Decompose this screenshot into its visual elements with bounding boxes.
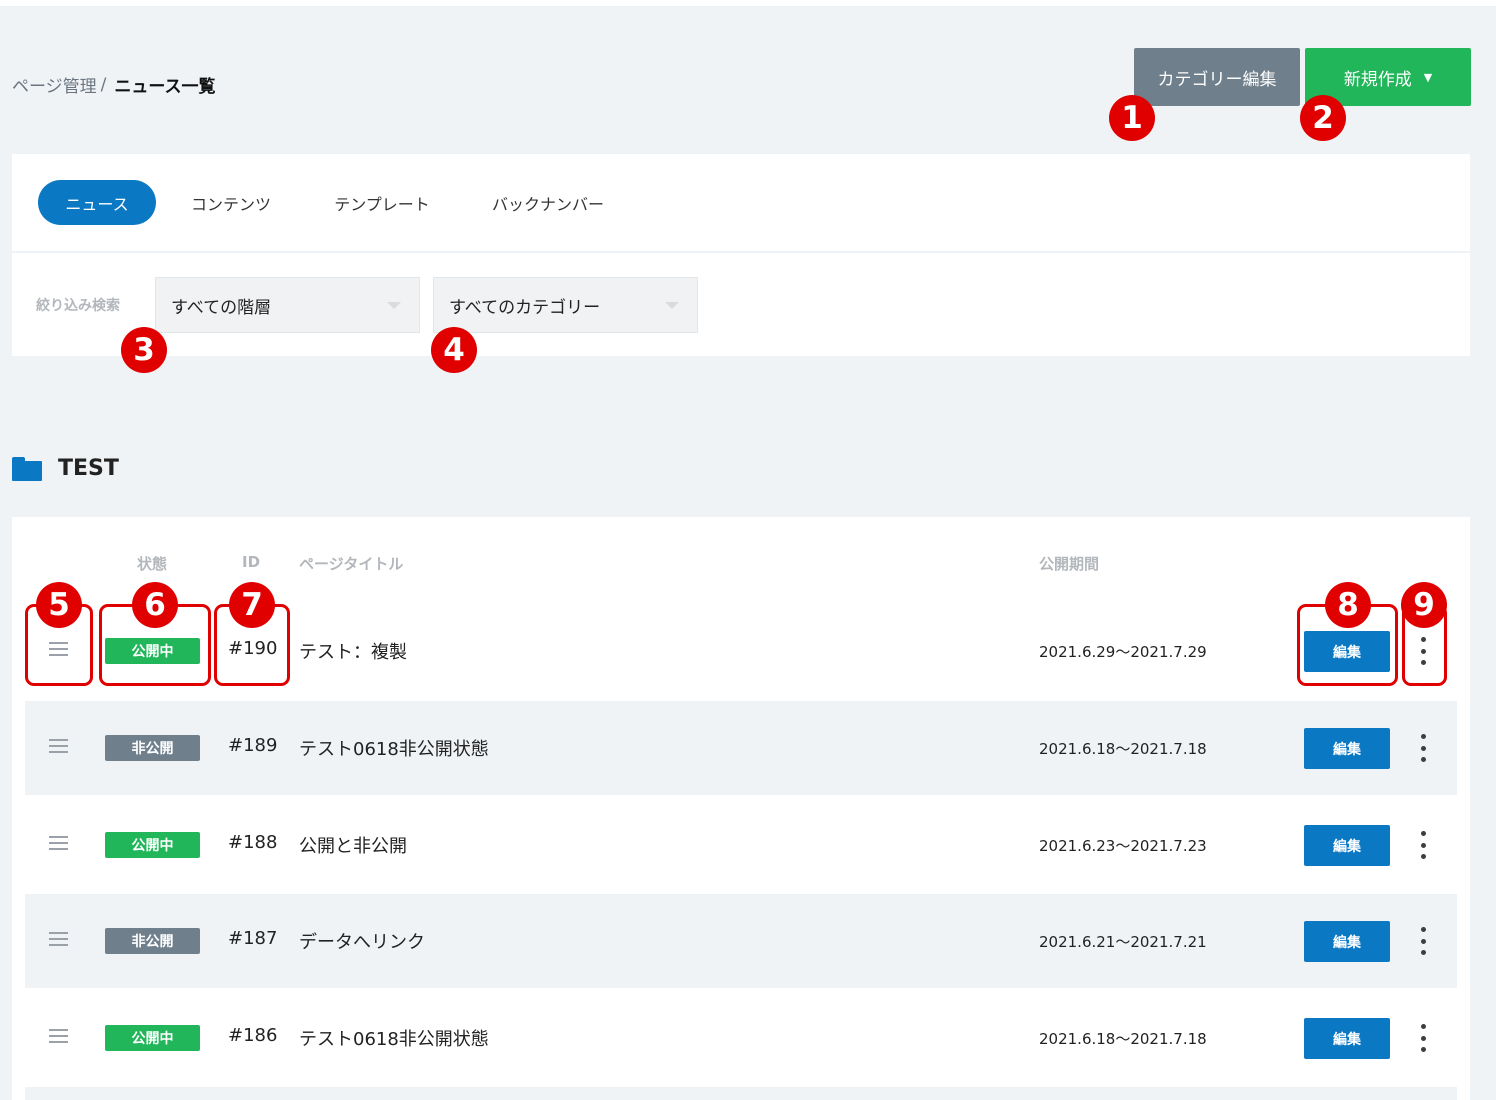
- chevron-down-icon: [665, 302, 679, 309]
- status-badge: 非公開: [105, 735, 200, 761]
- page-id: #188: [228, 832, 278, 853]
- drag-handle-icon[interactable]: [49, 1029, 68, 1043]
- column-header-status: 状態: [137, 555, 168, 573]
- folder-heading: TEST: [12, 456, 119, 481]
- page-id: #189: [228, 735, 278, 756]
- page-title-cell: テスト0618非公開状態: [299, 739, 489, 760]
- page-title-cell: データへリンク: [299, 932, 425, 953]
- annotation-marker-9: 9: [1401, 582, 1447, 628]
- annotation-marker-4: 4: [431, 327, 477, 373]
- annotation-marker-5: 5: [36, 582, 82, 628]
- more-vertical-icon[interactable]: [1415, 831, 1431, 859]
- category-select[interactable]: すべてのカテゴリー: [433, 277, 698, 333]
- more-vertical-icon[interactable]: [1415, 734, 1431, 762]
- more-vertical-icon[interactable]: [1415, 1024, 1431, 1052]
- annotation-marker-8: 8: [1325, 582, 1371, 628]
- page-id: #186: [228, 1025, 278, 1046]
- page-title-cell: 公開と非公開: [299, 836, 407, 857]
- breadcrumb: ページ管理 / ニュース一覧: [12, 72, 216, 98]
- hierarchy-select[interactable]: すべての階層: [155, 277, 420, 333]
- status-badge: 公開中: [105, 1025, 200, 1051]
- page-title-cell: テスト0618非公開状態: [299, 1029, 489, 1050]
- edit-button[interactable]: 編集: [1304, 921, 1390, 962]
- edit-button[interactable]: 編集: [1304, 1018, 1390, 1059]
- breadcrumb-separator: /: [100, 74, 107, 95]
- filter-card: 絞り込み検索 すべての階層 すべてのカテゴリー: [12, 253, 1470, 356]
- folder-icon: [12, 456, 42, 481]
- page-title: ニュース一覧: [114, 77, 216, 97]
- status-badge: 公開中: [105, 832, 200, 858]
- page-id: #187: [228, 928, 278, 949]
- annotation-marker-7: 7: [229, 582, 275, 628]
- edit-button[interactable]: 編集: [1304, 825, 1390, 866]
- breadcrumb-parent[interactable]: ページ管理: [12, 72, 97, 97]
- table-row: 非公開 #189 テスト0618非公開状態 2021.6.18〜2021.7.1…: [25, 701, 1457, 795]
- table-row: 公開中 #188 公開と非公開 2021.6.23〜2021.7.23 編集: [25, 798, 1457, 892]
- chevron-down-icon: [387, 302, 401, 309]
- publish-period: 2021.6.23〜2021.7.23: [1039, 837, 1207, 855]
- column-header-id: ID: [242, 553, 261, 571]
- tab-template[interactable]: テンプレート: [318, 180, 446, 225]
- tabs-card: ニュース コンテンツ テンプレート バックナンバー: [12, 154, 1470, 251]
- new-create-label: 新規作成: [1343, 69, 1412, 90]
- drag-handle-icon[interactable]: [49, 739, 68, 753]
- publish-period: 2021.6.18〜2021.7.18: [1039, 740, 1207, 758]
- annotation-marker-6: 6: [132, 582, 178, 628]
- drag-handle-icon[interactable]: [49, 932, 68, 946]
- publish-period: 2021.6.21〜2021.7.21: [1039, 933, 1207, 951]
- table-row: 公開中 #186 テスト0618非公開状態 2021.6.18〜2021.7.1…: [25, 991, 1457, 1085]
- annotation-marker-1: 1: [1109, 95, 1155, 141]
- column-header-period: 公開期間: [1039, 555, 1100, 573]
- filter-label: 絞り込み検索: [36, 298, 120, 314]
- publish-period: 2021.6.29〜2021.7.29: [1039, 643, 1207, 661]
- edit-button[interactable]: 編集: [1304, 728, 1390, 769]
- more-vertical-icon[interactable]: [1415, 927, 1431, 955]
- drag-handle-icon[interactable]: [49, 836, 68, 850]
- table-row: 非公開 #187 データへリンク 2021.6.21〜2021.7.21 編集: [25, 894, 1457, 988]
- hierarchy-select-value: すべての階層: [171, 297, 272, 318]
- tab-back-number[interactable]: バックナンバー: [474, 180, 622, 225]
- publish-period: 2021.6.18〜2021.7.18: [1039, 1030, 1207, 1048]
- annotation-marker-3: 3: [121, 327, 167, 373]
- top-strip: [0, 0, 1496, 6]
- caret-down-icon: ▼: [1423, 70, 1433, 84]
- folder-name: TEST: [58, 456, 119, 481]
- tab-contents[interactable]: コンテンツ: [172, 180, 290, 225]
- tab-news[interactable]: ニュース: [38, 180, 156, 225]
- status-badge: 非公開: [105, 928, 200, 954]
- category-edit-button[interactable]: カテゴリー編集: [1134, 48, 1300, 106]
- column-header-title: ページタイトル: [299, 555, 404, 573]
- annotation-marker-2: 2: [1300, 95, 1346, 141]
- table-row: [25, 1087, 1457, 1100]
- page-title-cell: テスト：複製: [299, 642, 407, 663]
- category-select-value: すべてのカテゴリー: [449, 297, 601, 318]
